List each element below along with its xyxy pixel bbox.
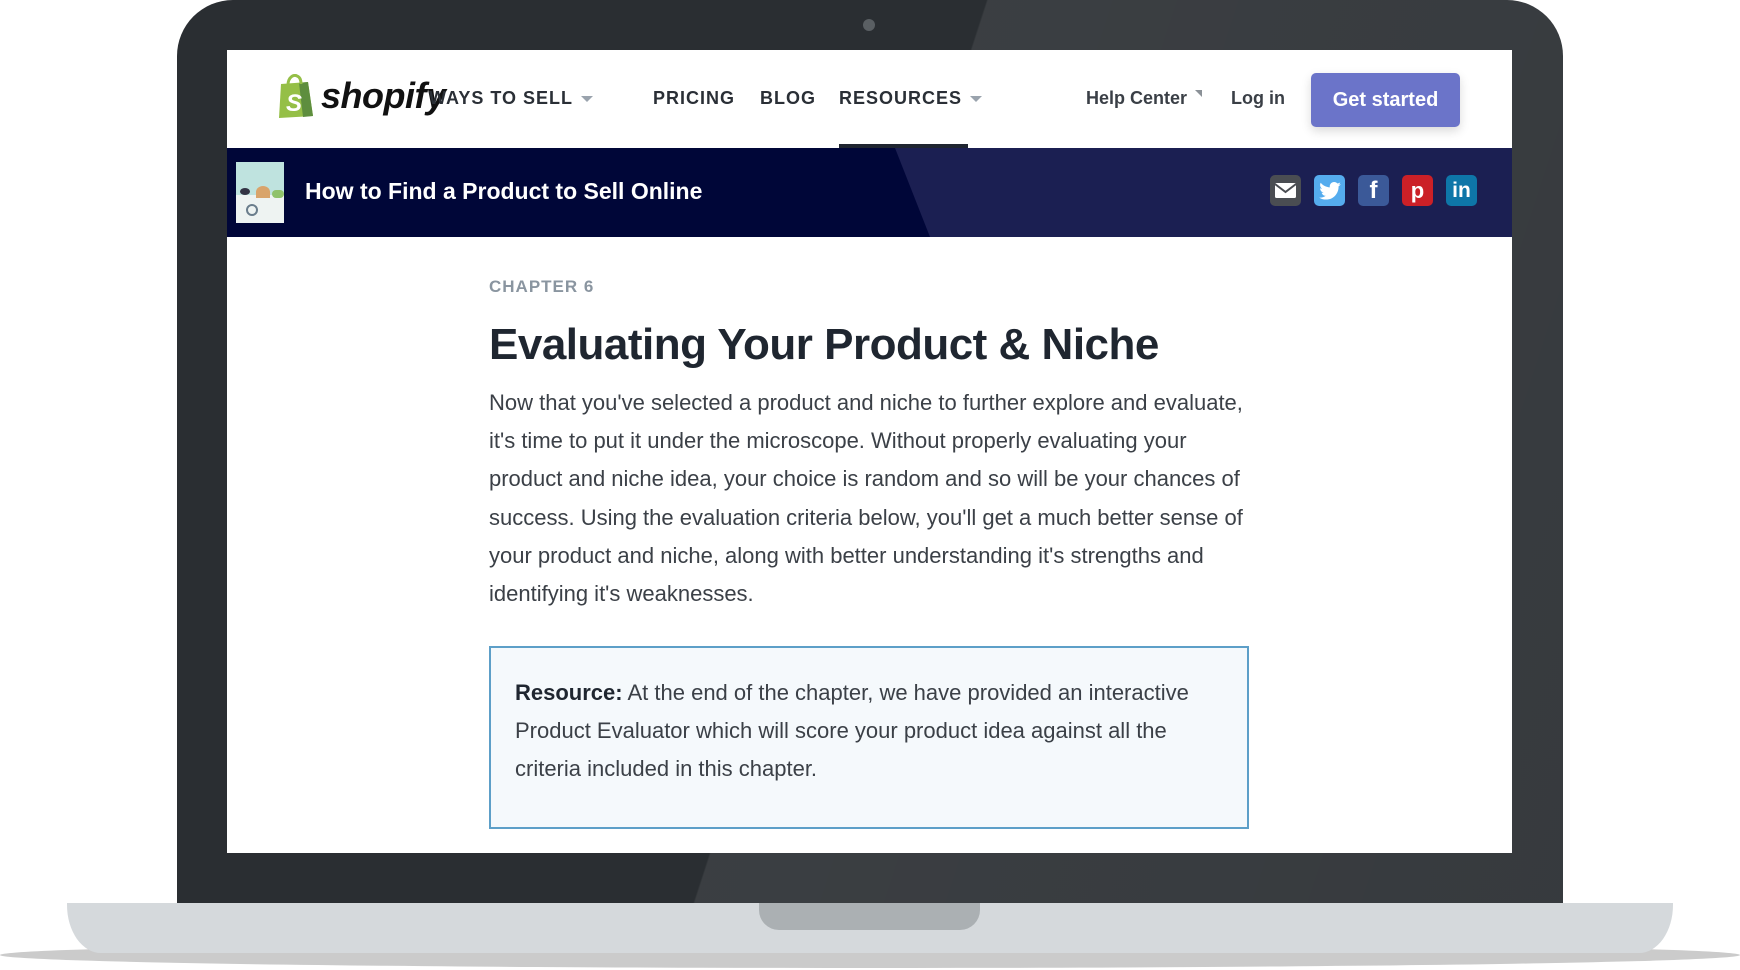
linkedin-icon[interactable]: in <box>1446 175 1477 206</box>
nav-resources[interactable]: RESOURCES <box>839 88 983 109</box>
help-center-link[interactable]: Help Center <box>1086 88 1203 109</box>
camera-icon <box>863 19 875 31</box>
external-link-icon <box>1195 90 1203 97</box>
facebook-icon[interactable]: f <box>1358 175 1389 206</box>
resource-callout: Resource: At the end of the chapter, we … <box>489 646 1249 829</box>
chapter-label: CHAPTER 6 <box>489 277 595 296</box>
nav-label: WAYS TO SELL <box>429 88 574 108</box>
get-started-button[interactable]: Get started <box>1311 73 1460 127</box>
intro-paragraph: Now that you've selected a product and n… <box>489 390 1243 607</box>
top-navigation: S shopify WAYS TO SELL PRICING BLOG RESO… <box>227 50 1512 148</box>
help-center-label: Help Center <box>1086 88 1188 108</box>
guide-title[interactable]: How to Find a Product to Sell Online <box>305 178 702 205</box>
nav-label: BLOG <box>760 88 816 108</box>
nav-label: PRICING <box>653 88 736 108</box>
svg-text:S: S <box>286 90 302 117</box>
guide-thumbnail[interactable] <box>236 162 284 223</box>
twitter-icon[interactable] <box>1314 175 1345 206</box>
email-icon[interactable] <box>1270 175 1301 206</box>
nav-ways-to-sell[interactable]: WAYS TO SELL <box>429 88 594 109</box>
laptop-screen: S shopify WAYS TO SELL PRICING BLOG RESO… <box>227 50 1512 853</box>
logo-wordmark: shopify <box>321 75 446 116</box>
chevron-down-icon <box>970 95 983 102</box>
guide-banner: How to Find a Product to Sell Online f p… <box>227 148 1512 237</box>
laptop-notch <box>759 903 980 930</box>
share-buttons: f p in <box>1270 175 1477 206</box>
nav-label: RESOURCES <box>839 88 963 108</box>
pinterest-icon[interactable]: p <box>1402 175 1433 206</box>
article-title: Evaluating Your Product & Niche <box>489 320 1159 369</box>
chevron-down-icon <box>581 95 594 102</box>
shopify-logo[interactable]: S shopify <box>277 74 446 118</box>
nav-blog[interactable]: BLOG <box>760 88 816 109</box>
shopify-bag-icon: S <box>277 74 315 118</box>
login-link[interactable]: Log in <box>1231 88 1285 109</box>
nav-pricing[interactable]: PRICING <box>653 88 735 109</box>
resource-label: Resource: <box>515 680 623 705</box>
